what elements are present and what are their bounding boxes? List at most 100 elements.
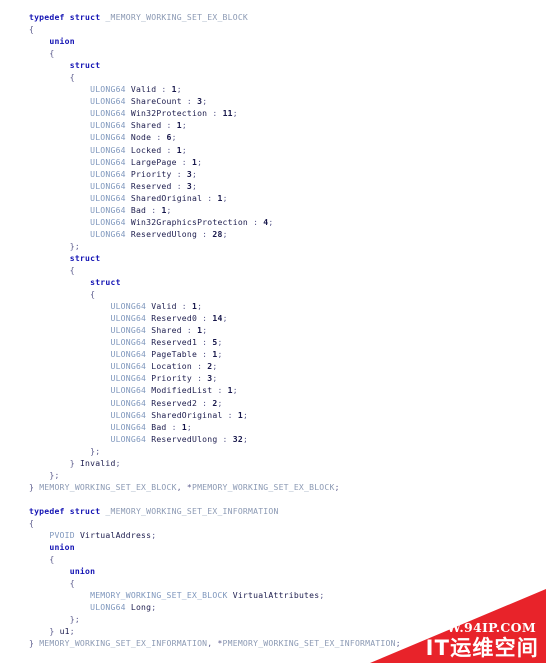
code-line: { (0, 288, 546, 300)
code-token: ULONG64 (90, 108, 126, 119)
code-token: : (192, 361, 208, 372)
code-line: ULONG64 Bad : 1; (0, 204, 546, 216)
code-token: ; (395, 638, 401, 649)
code-line: ULONG64 ReservedUlong : 28; (0, 228, 546, 240)
code-token: , (176, 481, 187, 492)
code-token: ; (222, 192, 228, 203)
code-token: union (49, 36, 75, 47)
code-token: _MEMORY_WORKING_SET_EX_BLOCK (105, 12, 249, 22)
code-line: ULONG64 Priority : 3; (0, 168, 546, 180)
code-line: ULONG64 ShareCount : 3; (0, 95, 546, 107)
code-token: Reserved0 (151, 313, 198, 324)
code-token: ; (232, 385, 238, 396)
code-token: : (217, 433, 233, 444)
code-token: ULONG64 (110, 433, 147, 444)
code-token: , (207, 638, 218, 649)
code-token: struct (90, 277, 121, 288)
code-token: ; (151, 602, 157, 613)
code-token: u1 (59, 626, 70, 637)
code-line: ULONG64 Location : 2; (0, 360, 546, 372)
code-screenshot: typedef struct _MEMORY_WORKING_SET_EX_BL… (0, 0, 546, 663)
code-line: ULONG64 Valid : 1; (0, 83, 546, 95)
code-token: Priority (130, 168, 172, 179)
code-line: } MEMORY_WORKING_SET_EX_BLOCK, *PMEMORY_… (0, 481, 546, 493)
code-token: ULONG64 (110, 361, 147, 372)
code-token: ULONG64 (90, 204, 126, 215)
code-token: Win32GraphicsProtection (130, 216, 249, 227)
code-token: { (29, 578, 75, 589)
code-token: ; (217, 397, 223, 408)
code-token: ULONG64 (110, 397, 147, 408)
code-line: { (0, 553, 546, 565)
code-token: : (176, 156, 192, 167)
code-token: ULONG64 (110, 421, 147, 432)
code-token: ; (212, 373, 218, 384)
code-token: ; (181, 144, 187, 155)
code-line: }; (0, 445, 546, 457)
code-token: : (197, 397, 213, 408)
code-line: typedef struct _MEMORY_WORKING_SET_EX_IN… (0, 505, 546, 517)
code-token: { (29, 264, 75, 275)
code-token: 28 (212, 228, 223, 239)
code-token: } (29, 481, 40, 492)
code-token: ULONG64 (90, 216, 126, 227)
code-token: PVOID (49, 530, 75, 541)
code-token: : (166, 421, 182, 432)
code-token: 11 (222, 108, 233, 119)
code-token: { (29, 554, 55, 565)
code-token: : (222, 409, 238, 420)
code-token: MEMORY_WORKING_SET_EX_INFORMATION (39, 638, 208, 649)
code-line: ULONG64 Reserved2 : 2; (0, 397, 546, 409)
code-token: }; (29, 469, 60, 480)
code-line: { (0, 71, 546, 83)
code-token: ; (222, 313, 228, 324)
code-token: ; (268, 216, 274, 227)
code-token: union (49, 542, 75, 553)
code-line: ULONG64 Long; (0, 601, 546, 613)
code-token: ; (197, 156, 203, 167)
code-line: union (0, 541, 546, 553)
code-line: } MEMORY_WORKING_SET_EX_INFORMATION, *PM… (0, 637, 546, 649)
code-token: LargePage (130, 156, 177, 167)
code-token: ; (242, 409, 249, 420)
code-token: ; (232, 108, 238, 119)
code-token: ULONG64 (110, 313, 147, 324)
code-token: : (161, 120, 177, 131)
code-line: { (0, 47, 546, 59)
code-token: : (151, 132, 167, 143)
code-token: VirtualAddress (79, 530, 152, 541)
code-line: ULONG64 Shared : 1; (0, 324, 546, 336)
code-token: Locked (130, 144, 162, 155)
code-token: ; (242, 433, 249, 444)
code-token: }; (29, 240, 80, 251)
code-token: : (207, 108, 223, 119)
code-token: : (192, 373, 208, 384)
code-token: ReservedUlong (130, 228, 198, 239)
code-token: SharedOriginal (151, 409, 223, 420)
code-token: { (29, 517, 35, 528)
code-line: ULONG64 Valid : 1; (0, 300, 546, 312)
code-token: ; (192, 180, 198, 191)
